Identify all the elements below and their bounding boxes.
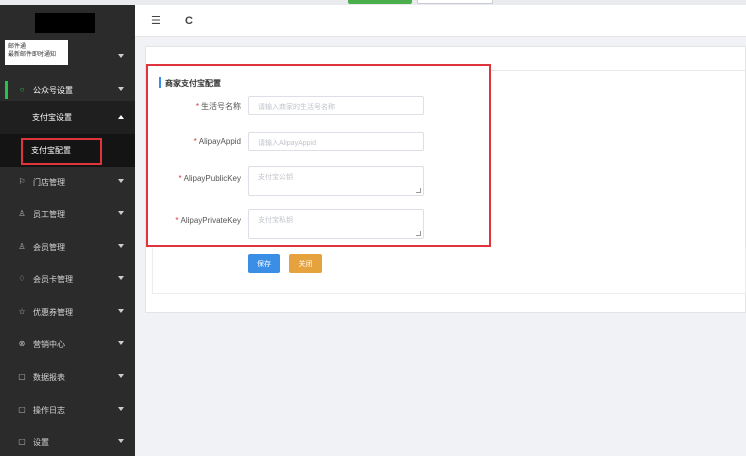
sidebar-item-label: 营销中心 <box>33 339 65 349</box>
notice-dropdown[interactable] <box>0 41 135 73</box>
subitem-highlight-box <box>21 138 102 165</box>
user-icon: ♙ <box>18 242 26 251</box>
sidebar-subparent-label: 支付宝设置 <box>32 113 72 122</box>
form-panel <box>152 248 746 294</box>
sidebar-item-member-cards[interactable]: ♢ 会员卡管理 <box>0 263 135 295</box>
life-account-name-input[interactable]: 请输入商家的生活号名称 <box>248 96 424 115</box>
menu-toggle-icon[interactable]: ☰ <box>151 15 161 27</box>
card-icon: ♢ <box>18 274 26 283</box>
input-placeholder: 请输入AlipayAppid <box>258 140 316 147</box>
save-button[interactable]: 保存 <box>248 254 280 273</box>
field-label-life-account: * 生活号名称 <box>195 102 241 111</box>
alipay-appid-input[interactable]: 请输入AlipayAppid <box>248 132 424 151</box>
chevron-down-icon <box>118 244 124 248</box>
user-icon: ♙ <box>18 209 26 218</box>
sidebar: 邮件通 最新邮件即时通知 ○ 公众号设置 支付宝设置 支付宝配置 ⚐ 门店管理 … <box>0 5 135 456</box>
form-title-accent <box>159 77 161 88</box>
chevron-down-icon <box>118 374 124 378</box>
chevron-down-icon <box>118 87 124 91</box>
chevron-down-icon <box>118 341 124 345</box>
top-green-button[interactable] <box>348 0 412 4</box>
sidebar-item-label: 公众号设置 <box>33 85 73 95</box>
sidebar-item-label: 员工管理 <box>33 209 65 219</box>
input-placeholder: 支付宝公钥 <box>258 174 293 181</box>
required-mark: * <box>195 102 199 111</box>
field-label-private-key: * AlipayPrivateKey <box>175 216 241 225</box>
top-header: ☰ C <box>135 5 746 37</box>
chevron-down-icon <box>118 54 124 58</box>
sidebar-item-label: 操作日志 <box>33 405 65 415</box>
sidebar-item-label: 数据报表 <box>33 372 65 382</box>
chart-icon: ▢ <box>18 372 26 381</box>
circle-icon: ○ <box>19 85 25 94</box>
close-button[interactable]: 关闭 <box>289 254 322 273</box>
gift-icon: ⊗ <box>18 339 26 348</box>
log-icon: ▢ <box>18 405 26 414</box>
sidebar-subparent-alipay-settings[interactable]: 支付宝设置 <box>0 101 135 134</box>
chevron-down-icon <box>118 276 124 280</box>
settings-icon: ▢ <box>18 437 26 446</box>
sidebar-item-settings[interactable]: ▢ 设置 <box>0 426 135 456</box>
sidebar-item-label: 会员管理 <box>33 242 65 252</box>
sidebar-item-label: 优惠券管理 <box>33 307 73 317</box>
field-label-public-key: * AlipayPublicKey <box>178 174 242 183</box>
top-white-button[interactable] <box>417 0 493 4</box>
alipay-public-key-textarea[interactable]: 支付宝公钥 <box>248 166 424 196</box>
chevron-down-icon <box>118 407 124 411</box>
resize-handle-icon[interactable] <box>416 188 421 193</box>
sidebar-item-label: 门店管理 <box>33 177 65 187</box>
field-label-appid: * AlipayAppid <box>193 137 241 146</box>
input-placeholder: 支付宝私钥 <box>258 217 293 224</box>
chevron-down-icon <box>118 211 124 215</box>
chevron-up-icon <box>118 115 124 119</box>
sidebar-item-label: 设置 <box>33 437 49 447</box>
sidebar-item-stores[interactable]: ⚐ 门店管理 <box>0 166 135 198</box>
input-placeholder: 请输入商家的生活号名称 <box>258 104 335 111</box>
flag-icon: ⚐ <box>18 177 26 186</box>
sidebar-item-marketing[interactable]: ⊗ 营销中心 <box>0 328 135 360</box>
chevron-down-icon <box>118 309 124 313</box>
alipay-private-key-textarea[interactable]: 支付宝私钥 <box>248 209 424 239</box>
required-mark: * <box>175 216 179 225</box>
required-mark: * <box>193 137 197 146</box>
star-icon: ☆ <box>18 307 26 316</box>
required-mark: * <box>178 174 182 183</box>
sidebar-item-label: 会员卡管理 <box>33 274 73 284</box>
chevron-down-icon <box>118 179 124 183</box>
resize-handle-icon[interactable] <box>416 231 421 236</box>
chevron-down-icon <box>118 439 124 443</box>
refresh-icon[interactable]: C <box>185 15 193 27</box>
form-title: 商家支付宝配置 <box>165 79 221 88</box>
sidebar-item-members[interactable]: ♙ 会员管理 <box>0 231 135 263</box>
sidebar-item-coupons[interactable]: ☆ 优惠券管理 <box>0 296 135 328</box>
sidebar-item-logs[interactable]: ▢ 操作日志 <box>0 394 135 426</box>
sidebar-item-staff[interactable]: ♙ 员工管理 <box>0 198 135 230</box>
logo <box>35 13 95 33</box>
sidebar-item-reports[interactable]: ▢ 数据报表 <box>0 361 135 393</box>
